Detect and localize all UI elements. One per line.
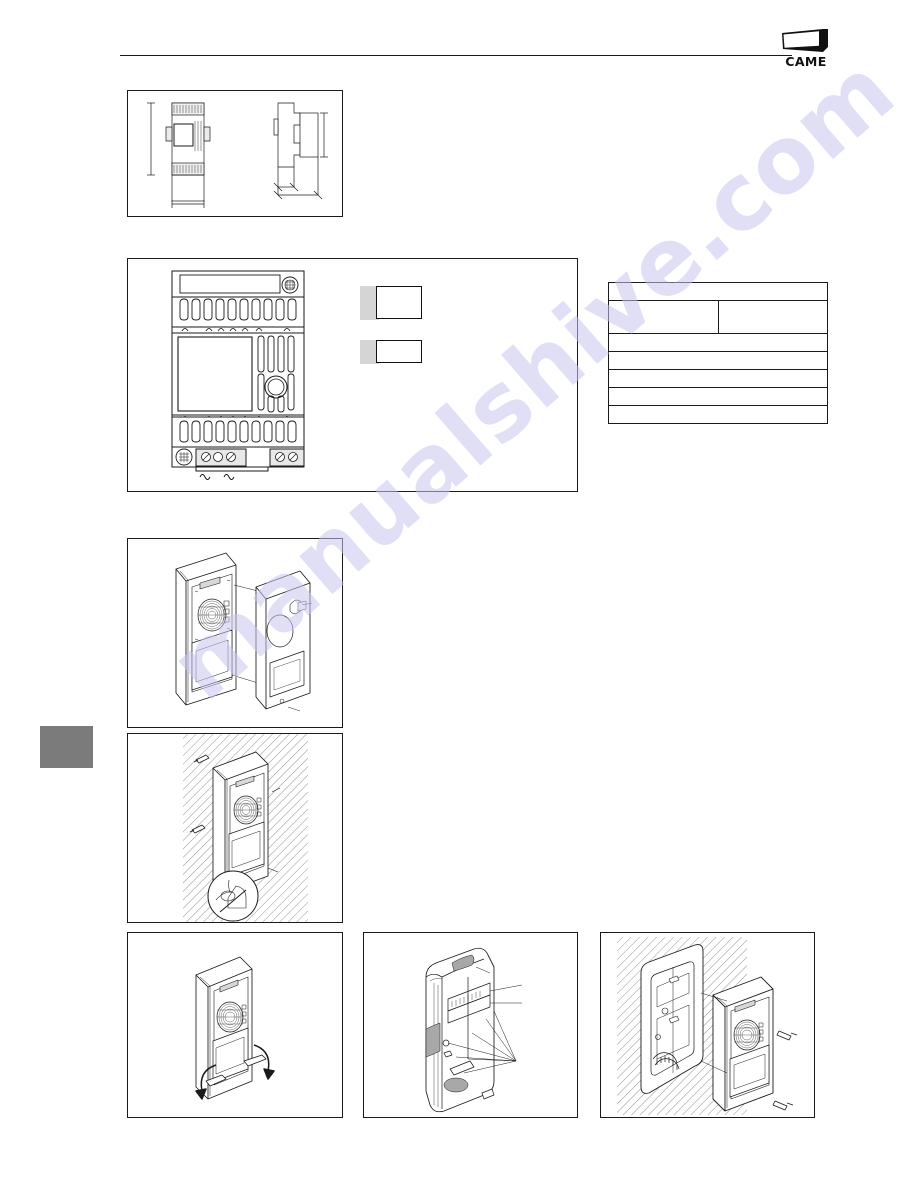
page-section-tab — [40, 726, 93, 768]
legend-item-1 — [360, 286, 430, 326]
figure-panel-exploded — [127, 538, 343, 728]
legend-callout-1 — [376, 286, 422, 319]
flush-mount-box-drawing — [617, 937, 798, 1115]
figure-interior-callouts — [363, 932, 578, 1118]
header-rule — [120, 55, 792, 56]
table-row — [608, 333, 828, 352]
came-parallelogram-mark — [782, 29, 828, 52]
table-row — [608, 405, 828, 424]
manual-page: CAME manualshive.com — [0, 0, 918, 1188]
table-row — [608, 387, 828, 406]
table-cell — [608, 351, 828, 370]
legend-callouts — [360, 286, 430, 364]
table-cell — [608, 369, 828, 388]
table-row — [608, 369, 828, 388]
dimension-drawing — [147, 102, 328, 208]
came-logo: CAME — [779, 27, 831, 74]
specification-table — [608, 282, 828, 424]
table-cell — [717, 300, 828, 334]
table-cell — [608, 387, 828, 406]
came-wordmark: CAME — [785, 54, 827, 69]
interior-component-drawing — [425, 947, 523, 1113]
legend-callout-2 — [376, 340, 422, 363]
table-row — [608, 351, 828, 370]
table-cell — [608, 282, 828, 301]
figure-flush-mount — [600, 932, 815, 1118]
table-cell — [608, 405, 828, 424]
table-row — [608, 300, 828, 334]
table-row — [608, 282, 828, 301]
tab-release-drawing — [195, 956, 275, 1100]
figure-device-panel — [127, 258, 578, 492]
surface-wall-mount-drawing — [183, 734, 308, 922]
table-cell — [608, 300, 719, 334]
din-rail-device-drawing — [171, 270, 305, 480]
figure-dimensions-panel — [127, 90, 343, 217]
figure-wall-mount — [127, 733, 343, 923]
entry-panel-exploded-drawing — [175, 552, 313, 712]
figure-tab-release — [127, 932, 343, 1118]
table-cell — [608, 333, 828, 352]
